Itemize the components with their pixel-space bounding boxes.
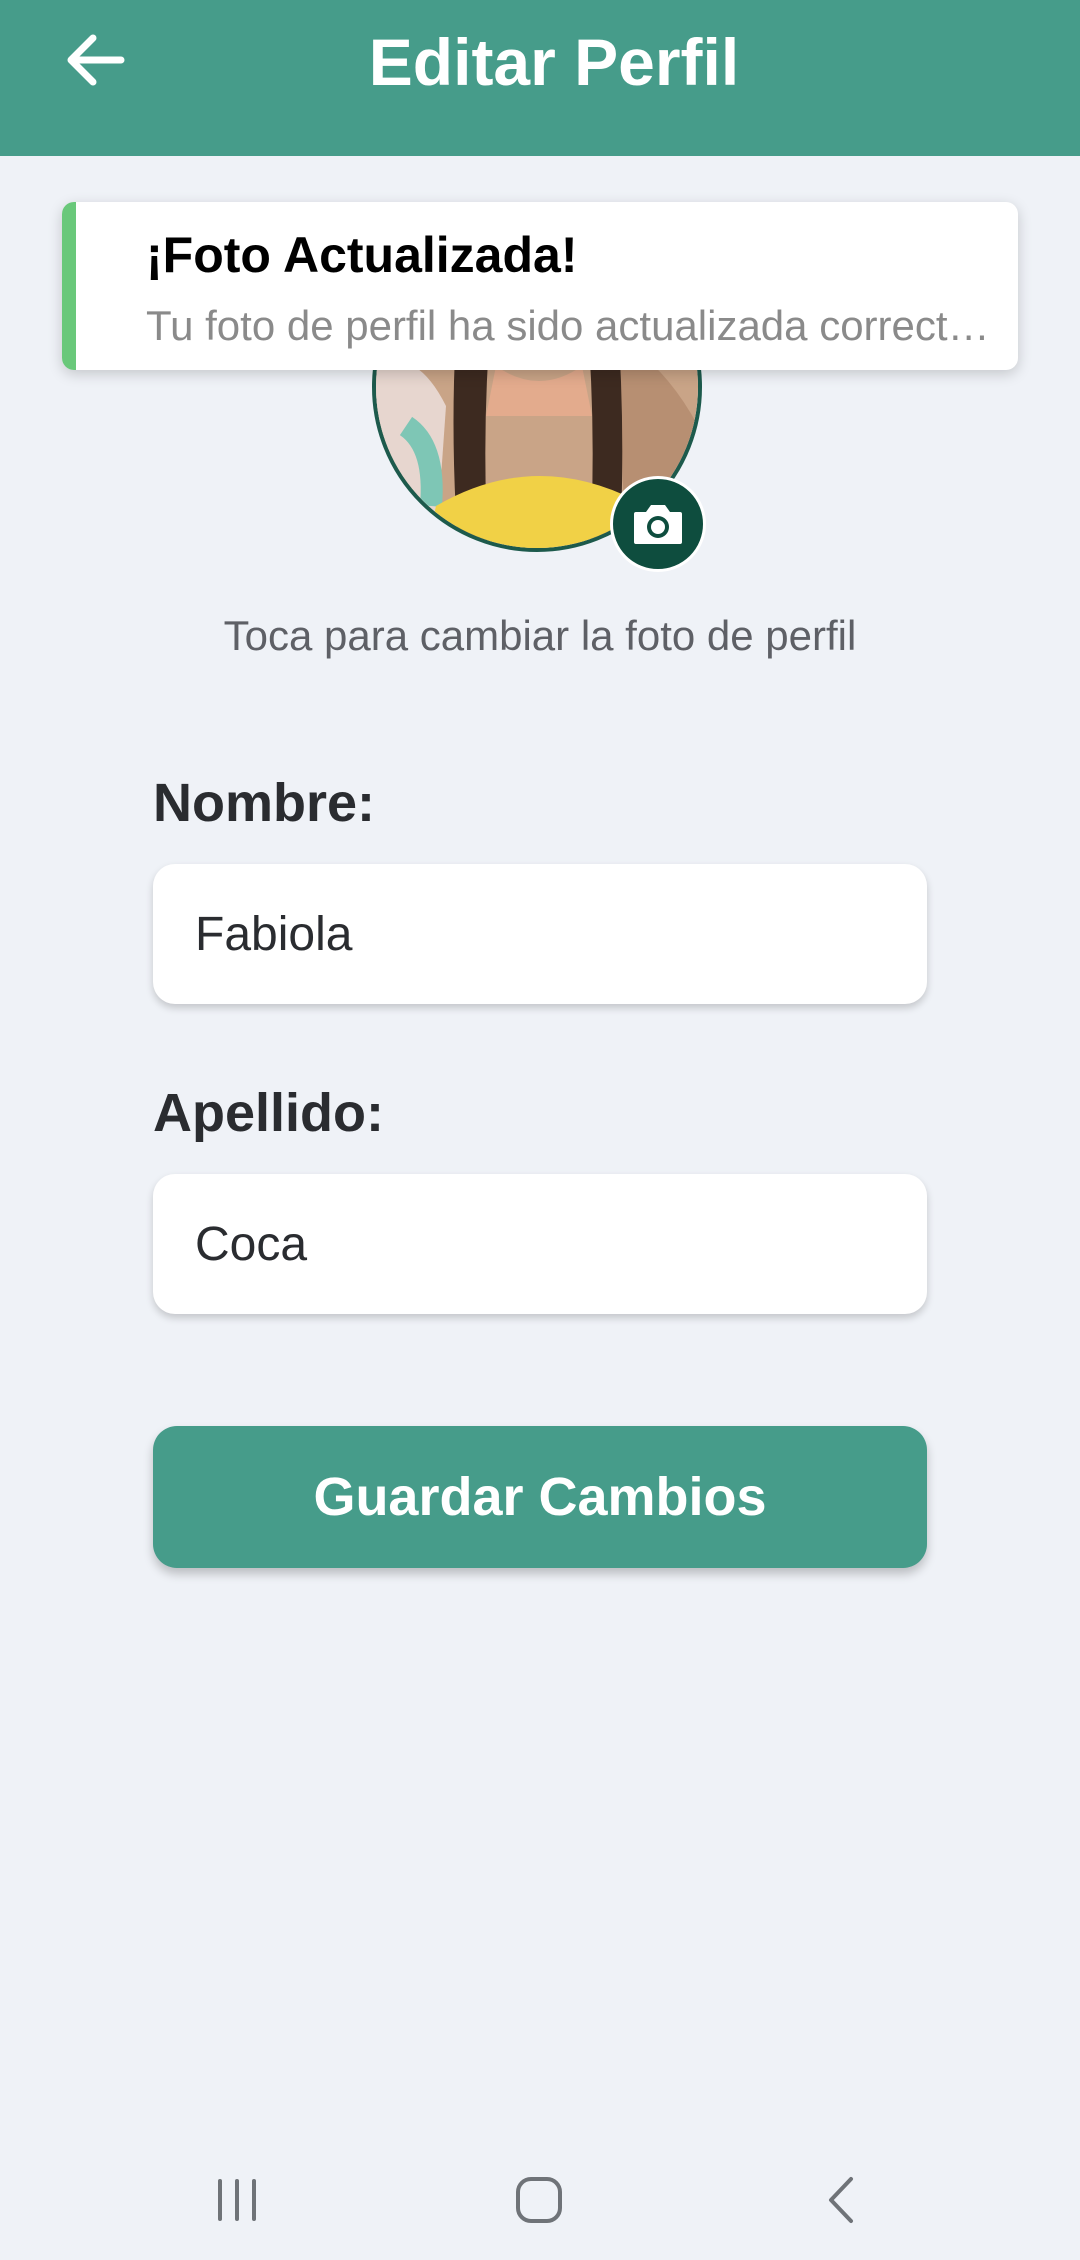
app-header: Editar Perfil [0,0,1080,156]
back-nav-button[interactable] [786,2160,896,2240]
toast-message: Tu foto de perfil ha sido actualizada co… [146,302,996,349]
save-changes-button[interactable]: Guardar Cambios [153,1426,927,1568]
home-button[interactable] [484,2160,594,2240]
recent-apps-icon [218,2179,256,2221]
toast-title: ¡Foto Actualizada! [146,227,578,283]
change-photo-button[interactable] [610,476,706,572]
last-name-label: Apellido: [153,1083,384,1143]
back-icon [829,2177,853,2223]
system-nav-bar [0,2140,1080,2260]
change-photo-hint: Toca para cambiar la foto de perfil [223,612,857,659]
toast-accent-bar [62,202,76,370]
first-name-label: Nombre: [153,773,376,833]
photo-updated-toast: ¡Foto Actualizada! Tu foto de perfil ha … [62,202,1018,370]
first-name-field[interactable]: Fabiola [153,864,927,1004]
recent-apps-button[interactable] [182,2160,292,2240]
home-icon [516,2177,562,2223]
page-title: Editar Perfil [368,25,740,99]
camera-icon [634,505,682,544]
last-name-field[interactable]: Coca [153,1174,927,1314]
